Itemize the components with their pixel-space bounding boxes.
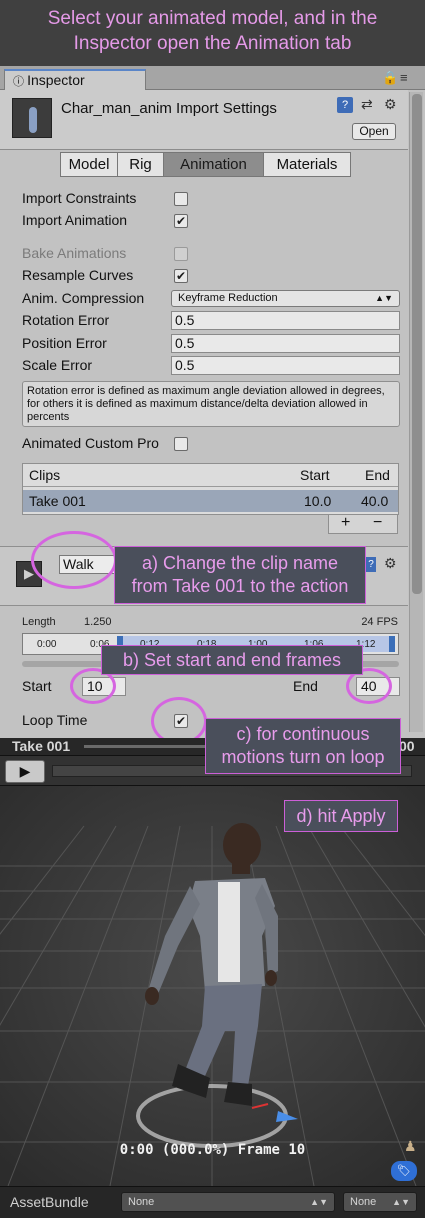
banner-line-2: Inspector open the Animation tab bbox=[73, 33, 352, 54]
model-thumbnail bbox=[12, 98, 52, 138]
scrollbar-thumb[interactable] bbox=[412, 94, 422, 594]
tab-animation[interactable]: Animation bbox=[163, 152, 264, 177]
scale-error-field[interactable]: 0.5 bbox=[171, 356, 400, 375]
inspector-tab-bar: ⓘ Inspector 🔒 ≡ bbox=[0, 66, 425, 91]
anim-compression-label: Anim. Compression bbox=[22, 290, 145, 306]
length-label: Length bbox=[22, 616, 56, 628]
preview-title: Take 001 bbox=[12, 738, 71, 754]
clips-list: Clips Start End Take 001 10.0 40.0 bbox=[22, 463, 399, 515]
anim-compression-dropdown[interactable]: Keyframe Reduction ▲▼ bbox=[171, 290, 400, 307]
clip-end-cell: 40.0 bbox=[361, 493, 389, 509]
position-error-field[interactable]: 0.5 bbox=[171, 334, 400, 353]
assetbundle-variant-dropdown[interactable]: None ▲▼ bbox=[343, 1192, 417, 1212]
callout-c-line2: motions turn on loop bbox=[221, 747, 385, 767]
callout-a: a) Change the clip name from Take 001 to… bbox=[114, 546, 366, 604]
inspector-scrollbar[interactable] bbox=[409, 92, 423, 732]
timeline-labels: Length 1.250 24 FPS bbox=[22, 616, 400, 628]
lock-icon[interactable]: 🔒 bbox=[382, 70, 398, 86]
callout-c: c) for continuous motions turn on loop bbox=[205, 718, 401, 774]
rotation-error-field[interactable]: 0.5 bbox=[171, 311, 400, 330]
preview-speed-slider[interactable] bbox=[84, 745, 209, 748]
clips-col-start: Start bbox=[300, 467, 330, 483]
dropdown-arrow-icon: ▲▼ bbox=[375, 293, 393, 303]
instruction-banner: Select your animated model, and in the I… bbox=[0, 0, 425, 66]
clip-gear-icon[interactable]: ⚙ bbox=[384, 555, 397, 572]
callout-a-line1: a) Change the clip name bbox=[141, 553, 339, 573]
bake-animations-label: Bake Animations bbox=[22, 245, 127, 261]
inspector-icon: ⓘ bbox=[13, 76, 28, 88]
assetbundle-variant-value: None bbox=[350, 1196, 377, 1208]
error-help-box: Rotation error is defined as maximum ang… bbox=[22, 381, 400, 427]
tab-rig[interactable]: Rig bbox=[117, 152, 164, 177]
callout-d: d) hit Apply bbox=[284, 800, 398, 832]
fps-value: 24 FPS bbox=[361, 616, 398, 628]
rotation-error-label: Rotation Error bbox=[22, 312, 110, 328]
tab-materials[interactable]: Materials bbox=[263, 152, 351, 177]
clip-row[interactable]: Take 001 10.0 40.0 bbox=[23, 490, 398, 512]
assetbundle-bar: AssetBundle None ▲▼ None ▲▼ bbox=[0, 1186, 425, 1218]
model-figure-icon bbox=[29, 107, 37, 133]
resample-curves-label: Resample Curves bbox=[22, 267, 134, 283]
banner-line-1: Select your animated model, and in the bbox=[47, 8, 378, 29]
end-label: End bbox=[293, 678, 318, 694]
viewport-scene bbox=[0, 786, 425, 1186]
preview-right-text: 00 bbox=[399, 738, 415, 754]
callout-b: b) Set start and end frames bbox=[101, 645, 363, 675]
help-icon[interactable]: ? bbox=[337, 97, 353, 113]
menu-icon[interactable]: ≡ bbox=[400, 70, 408, 85]
preview-viewport[interactable]: d) hit Apply 0:00 (000.0%) Frame 10 ♟ 🏷 bbox=[0, 786, 425, 1186]
length-value: 1.250 bbox=[84, 616, 112, 628]
clip-name-cell: Take 001 bbox=[29, 493, 86, 509]
timeline-tick: 0:00 bbox=[37, 639, 57, 650]
dropdown-arrow-icon: ▲▼ bbox=[310, 1197, 328, 1207]
header-title: Char_man_anim Import Settings bbox=[61, 100, 277, 117]
importer-tabs: Model Rig Animation Materials bbox=[60, 152, 352, 177]
clips-col-end: End bbox=[365, 467, 390, 483]
tab-model[interactable]: Model bbox=[60, 152, 118, 177]
loop-time-label: Loop Time bbox=[22, 712, 88, 728]
import-constraints-label: Import Constraints bbox=[22, 190, 137, 206]
play-button[interactable]: ▶ bbox=[5, 760, 45, 783]
clips-buttons: + − bbox=[328, 514, 398, 534]
clips-col-name: Clips bbox=[29, 467, 61, 483]
clips-header: Clips Start End bbox=[23, 464, 398, 487]
resample-curves-checkbox[interactable]: ✔ bbox=[174, 269, 188, 283]
scale-error-label: Scale Error bbox=[22, 357, 93, 373]
assetbundle-name-value: None bbox=[128, 1196, 155, 1208]
animated-custom-props-checkbox[interactable] bbox=[174, 437, 188, 451]
clip-start-cell: 10.0 bbox=[304, 493, 332, 509]
start-label: Start bbox=[22, 678, 52, 694]
inspector-tab[interactable]: ⓘ Inspector bbox=[4, 69, 146, 91]
position-error-label: Position Error bbox=[22, 335, 107, 351]
assetbundle-name-dropdown[interactable]: None ▲▼ bbox=[121, 1192, 335, 1212]
dropdown-arrow-icon: ▲▼ bbox=[392, 1197, 410, 1207]
remove-clip-button[interactable]: − bbox=[373, 514, 382, 532]
open-button[interactable]: Open bbox=[352, 123, 396, 140]
frame-readout: 0:00 (000.0%) Frame 10 bbox=[119, 1142, 306, 1158]
annotation-ring-clip-name bbox=[31, 531, 117, 589]
anim-compression-value: Keyframe Reduction bbox=[178, 292, 278, 304]
add-clip-button[interactable]: + bbox=[341, 514, 350, 532]
import-constraints-checkbox[interactable] bbox=[174, 192, 188, 206]
clip-help-icon[interactable]: ? bbox=[366, 557, 376, 572]
animated-custom-props-label: Animated Custom Pro bbox=[22, 435, 159, 451]
import-animation-checkbox[interactable]: ✔ bbox=[174, 214, 188, 228]
avatar-pivot-icon[interactable]: ♟ bbox=[404, 1138, 417, 1155]
end-marker[interactable] bbox=[389, 636, 395, 652]
bake-animations-checkbox bbox=[174, 247, 188, 261]
inspector-tab-label: Inspector bbox=[27, 72, 85, 88]
import-animation-label: Import Animation bbox=[22, 212, 128, 228]
callout-a-line2: from Take 001 to the action bbox=[131, 576, 349, 596]
assetbundle-label: AssetBundle bbox=[10, 1194, 89, 1210]
tag-icon[interactable]: 🏷 bbox=[391, 1161, 417, 1181]
callout-c-line1: c) for continuous bbox=[236, 724, 370, 744]
preset-icon[interactable]: ⇄ bbox=[361, 96, 373, 113]
gear-icon[interactable]: ⚙ bbox=[384, 96, 397, 113]
